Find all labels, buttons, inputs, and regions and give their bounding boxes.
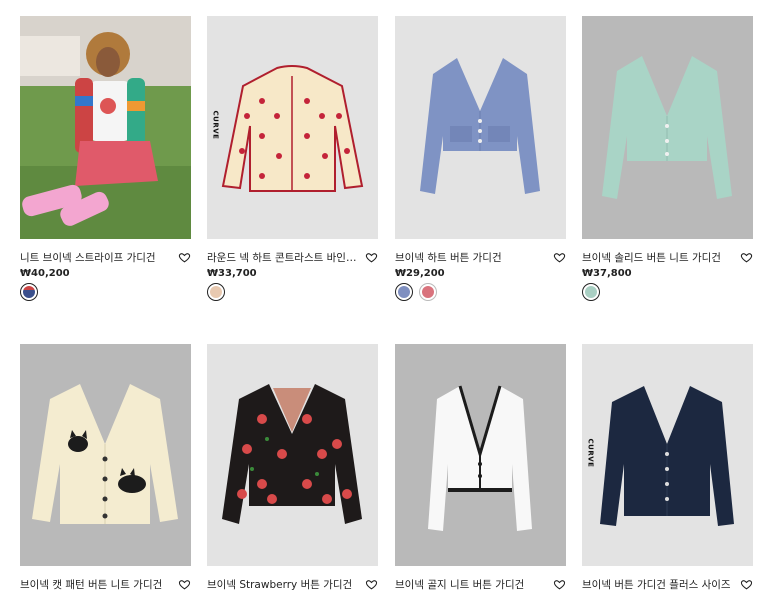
product-card[interactable]: 브이넥 하트 버튼 가디건 ₩29,200 [395, 16, 566, 301]
color-swatch[interactable] [20, 283, 38, 301]
color-swatch[interactable] [419, 283, 437, 301]
product-price: ₩37,800 [582, 268, 632, 279]
product-image[interactable] [582, 16, 753, 239]
product-name[interactable]: 니트 브이넥 스트라이프 가디건 [20, 250, 170, 265]
product-image[interactable] [20, 16, 191, 239]
product-name[interactable]: 브이넥 솔리드 버튼 니트 가디건 [582, 250, 732, 265]
product-card[interactable]: CURVE 라운드 넥 하트 콘트라스트 바인딩 가디건 ₩33,700 [207, 16, 378, 301]
product-card[interactable]: 브이넥 솔리드 버튼 니트 가디건 ₩37,800 [582, 16, 753, 301]
product-card[interactable]: 브이넥 Strawberry 버튼 가디건 [207, 344, 378, 592]
product-image[interactable] [207, 344, 378, 566]
product-price: ₩33,700 [207, 268, 257, 279]
product-card[interactable]: CURVE 브이넥 버튼 가디건 플러스 사이즈 [582, 344, 753, 592]
heart-icon[interactable] [365, 251, 378, 264]
heart-icon[interactable] [740, 578, 753, 591]
product-image[interactable] [395, 16, 566, 239]
product-image[interactable]: CURVE [582, 344, 753, 566]
product-image[interactable] [395, 344, 566, 566]
heart-icon[interactable] [553, 578, 566, 591]
product-card[interactable]: 니트 브이넥 스트라이프 가디건 ₩40,200 [20, 16, 191, 301]
product-card[interactable]: 브이넥 캣 패턴 버튼 니트 가디건 [20, 344, 191, 592]
product-name[interactable]: 브이넥 골지 니트 버튼 가디건 [395, 577, 545, 592]
product-name[interactable]: 브이넥 버튼 가디건 플러스 사이즈 [582, 577, 732, 592]
heart-icon[interactable] [178, 251, 191, 264]
product-image[interactable]: CURVE [207, 16, 378, 239]
product-card[interactable]: 브이넥 골지 니트 버튼 가디건 [395, 344, 566, 592]
heart-icon[interactable] [365, 578, 378, 591]
product-name[interactable]: 브이넥 캣 패턴 버튼 니트 가디건 [20, 577, 170, 592]
curve-label: CURVE [211, 110, 220, 140]
product-name[interactable]: 브이넥 Strawberry 버튼 가디건 [207, 577, 357, 592]
heart-icon[interactable] [740, 251, 753, 264]
product-name[interactable]: 라운드 넥 하트 콘트라스트 바인딩 가디건 [207, 250, 357, 265]
heart-icon[interactable] [553, 251, 566, 264]
product-price: ₩40,200 [20, 268, 70, 279]
product-price: ₩29,200 [395, 268, 445, 279]
heart-icon[interactable] [178, 578, 191, 591]
color-swatch[interactable] [582, 283, 600, 301]
color-swatch[interactable] [207, 283, 225, 301]
color-swatch[interactable] [395, 283, 413, 301]
product-name[interactable]: 브이넥 하트 버튼 가디건 [395, 250, 545, 265]
curve-label: CURVE [586, 438, 595, 468]
product-image[interactable] [20, 344, 191, 566]
